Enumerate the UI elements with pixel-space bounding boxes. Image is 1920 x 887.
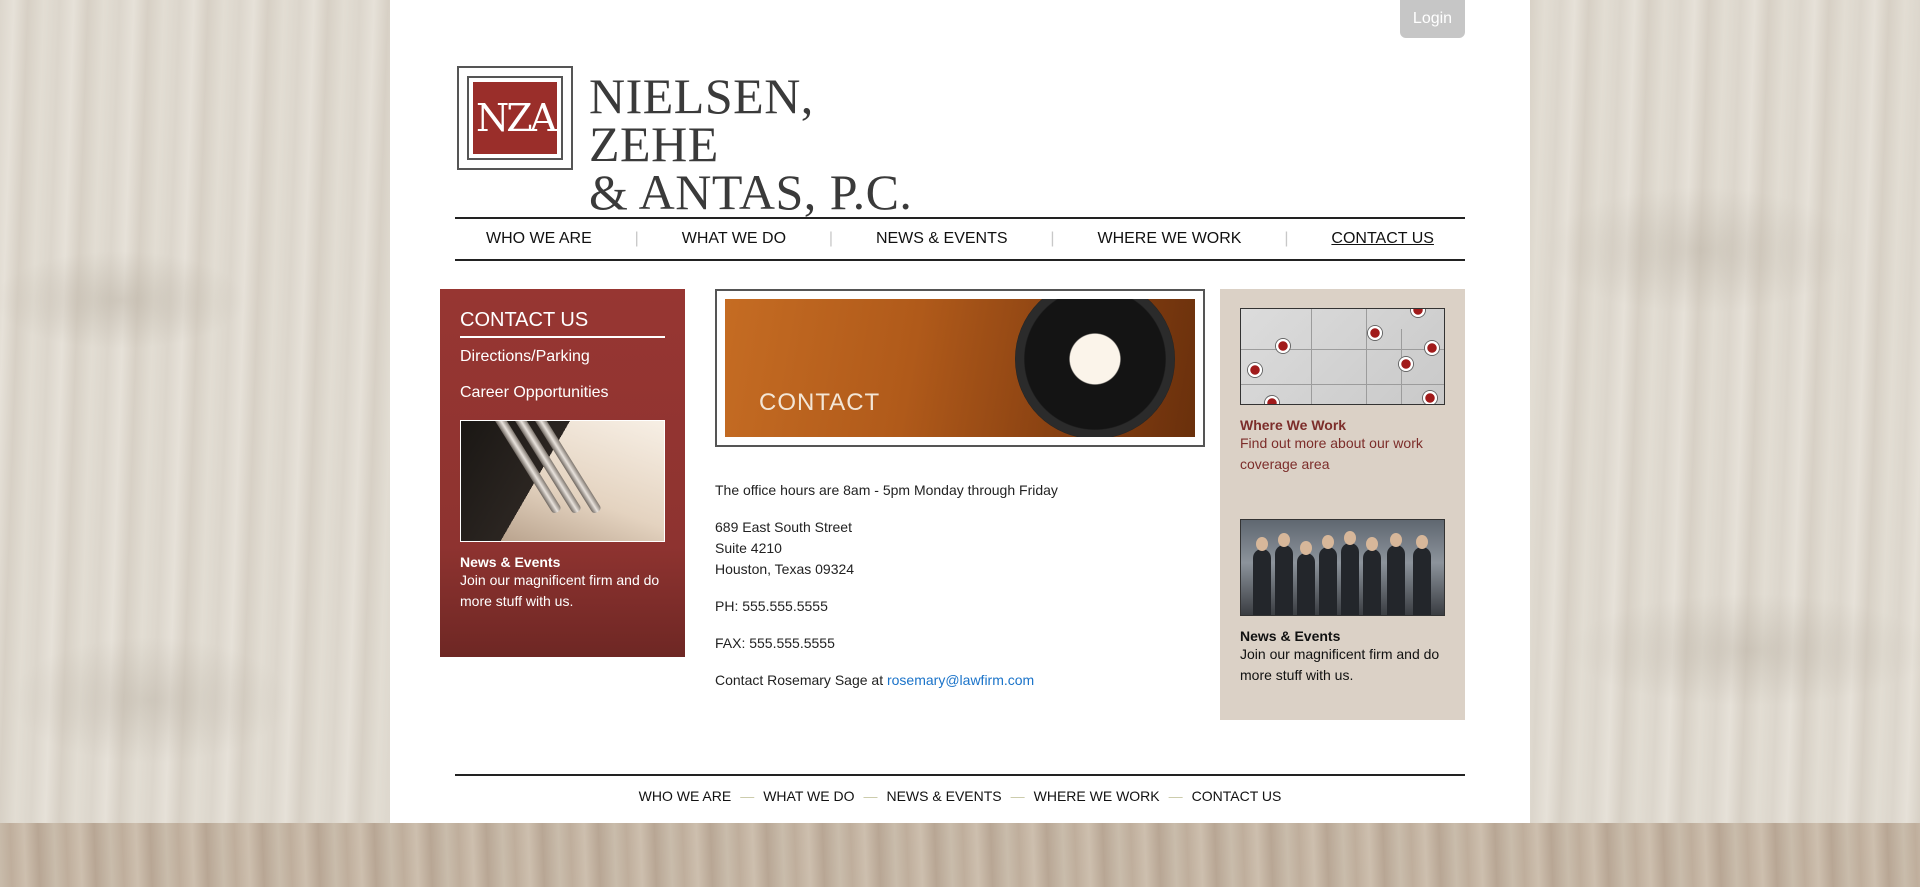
contact-person: Contact Rosemary Sage at rosemary@lawfir…: [715, 670, 1195, 691]
map-pin-icon: [1276, 339, 1290, 353]
footer-where-we-work[interactable]: WHERE WE WORK: [1034, 788, 1160, 804]
main-nav: WHO WE ARE | WHAT WE DO | NEWS & EVENTS …: [455, 217, 1465, 261]
banner-title: CONTACT: [759, 389, 881, 416]
nav-separator: |: [828, 230, 834, 247]
footer-news-events[interactable]: NEWS & EVENTS: [886, 788, 1001, 804]
sidebar-title: CONTACT US: [460, 309, 665, 338]
page-container: Login NZA NIELSEN, ZEHE & ANTAS, P.C. WH…: [390, 0, 1530, 823]
logo-wordmark: NIELSEN, ZEHE & ANTAS, P.C.: [589, 68, 937, 220]
map-pin-icon: [1423, 391, 1437, 404]
contact-prefix: Contact Rosemary Sage at: [715, 672, 884, 688]
background-wood-bottom: [0, 823, 1920, 887]
sidebar-link-careers[interactable]: Career Opportunities: [460, 384, 665, 402]
coverage-map-image[interactable]: [1240, 308, 1445, 405]
footer-separator: —: [740, 788, 755, 804]
nav-separator: |: [1284, 230, 1289, 247]
footer-contact-us[interactable]: CONTACT US: [1192, 788, 1282, 804]
logo-line-1: NIELSEN, ZEHE: [589, 68, 814, 172]
where-we-work-body: Find out more about our work coverage ar…: [1240, 435, 1423, 472]
footer-what-we-do[interactable]: WHAT WE DO: [763, 788, 854, 804]
right-sidebar: Where We Work Find out more about our wo…: [1220, 289, 1465, 720]
address-line-2: Suite 4210: [715, 540, 782, 556]
nav-who-we-are[interactable]: WHO WE ARE: [486, 230, 592, 248]
left-news-body: Join our magnificent firm and do more st…: [460, 572, 660, 609]
nav-separator: |: [634, 230, 639, 247]
address-line-3: Houston, Texas 09324: [715, 561, 855, 577]
nav-what-we-do[interactable]: WHAT WE DO: [682, 230, 786, 248]
contact-banner: CONTACT: [715, 289, 1205, 447]
address: 689 East South Street Suite 4210 Houston…: [715, 517, 1195, 580]
map-pin-icon: [1248, 363, 1262, 377]
nav-where-we-work[interactable]: WHERE WE WORK: [1097, 230, 1241, 248]
right-news-title[interactable]: News & Events: [1240, 628, 1445, 644]
address-line-1: 689 East South Street: [715, 519, 852, 535]
map-pin-icon: [1425, 341, 1439, 355]
rotary-phone-image: [1015, 299, 1175, 437]
map-pin-icon: [1411, 309, 1425, 317]
nav-news-events[interactable]: NEWS & EVENTS: [876, 230, 1008, 248]
contact-info: The office hours are 8am - 5pm Monday th…: [715, 480, 1195, 707]
left-news-title[interactable]: News & Events: [460, 554, 665, 570]
logo-monogram: NZA: [473, 82, 557, 154]
office-hours: The office hours are 8am - 5pm Monday th…: [715, 482, 1058, 498]
logo-mark: NZA: [457, 66, 573, 170]
footer-nav: WHO WE ARE — WHAT WE DO — NEWS & EVENTS — WHER…: [455, 774, 1465, 804]
nav-contact-us[interactable]: CONTACT US: [1331, 230, 1434, 248]
nav-separator: |: [1050, 230, 1055, 247]
firm-logo[interactable]: NZA NIELSEN, ZEHE & ANTAS, P.C.: [457, 66, 937, 217]
logo-line-2: & ANTAS, P.C.: [589, 164, 913, 220]
map-pin-icon: [1399, 357, 1413, 371]
sidebar-link-directions[interactable]: Directions/Parking: [460, 348, 665, 366]
email-link[interactable]: rosemary@lawfirm.com: [887, 672, 1034, 688]
footer-separator: —: [863, 788, 878, 804]
map-pin-icon: [1265, 396, 1279, 404]
team-photo-image[interactable]: [1240, 519, 1445, 616]
footer-separator: —: [1010, 788, 1025, 804]
footer-who-we-are[interactable]: WHO WE ARE: [639, 788, 732, 804]
footer-separator: —: [1168, 788, 1183, 804]
fax-number: FAX: 555.555.5555: [715, 635, 835, 651]
phone-number: PH: 555.555.5555: [715, 598, 828, 614]
login-button[interactable]: Login: [1400, 0, 1465, 38]
news-pens-image[interactable]: [460, 420, 665, 542]
left-sidebar: CONTACT US Directions/Parking Career Opp…: [440, 289, 685, 657]
map-pin-icon: [1368, 326, 1382, 340]
right-news-body: Join our magnificent firm and do more st…: [1240, 646, 1440, 683]
where-we-work-title[interactable]: Where We Work: [1240, 417, 1445, 433]
